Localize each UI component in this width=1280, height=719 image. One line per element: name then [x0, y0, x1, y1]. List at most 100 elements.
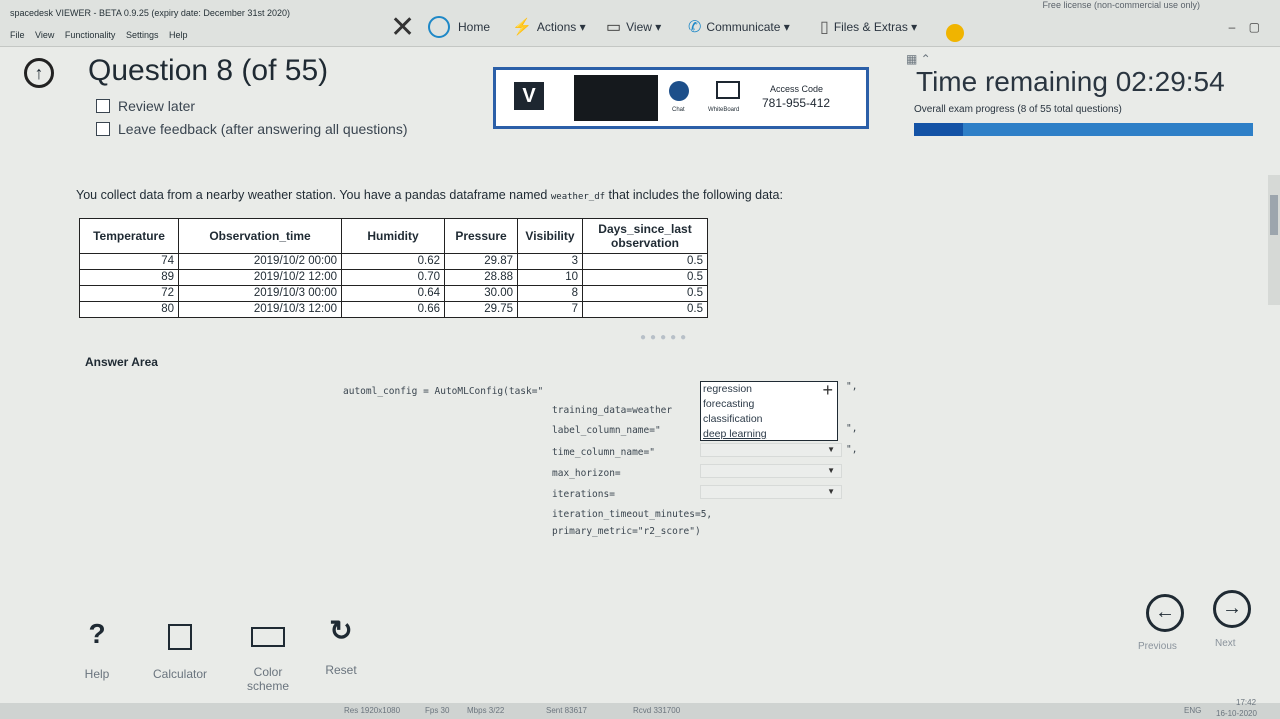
menu-settings[interactable]: Settings	[126, 30, 159, 40]
calculator-icon[interactable]	[168, 624, 192, 650]
checkbox-icon[interactable]	[96, 122, 110, 136]
files-extras-menu-button[interactable]: ▯ Files & Extras ▾	[820, 14, 917, 40]
back-arrow-icon[interactable]: ↑	[24, 58, 54, 88]
scrollbar-thumb[interactable]	[1270, 195, 1278, 235]
close-icon[interactable]: ✕	[390, 10, 415, 45]
exam-progress-label: Overall exam progress (8 of 55 total que…	[914, 104, 1122, 115]
menu-functionality[interactable]: Functionality	[65, 30, 116, 40]
reset-label[interactable]: Reset	[316, 663, 366, 677]
chevron-down-icon: ▼	[827, 487, 835, 496]
actions-menu-button[interactable]: ⚡ Actions ▾	[512, 14, 586, 40]
table-cell: 2019/10/2 12:00	[178, 269, 342, 286]
table-cell: 2019/10/3 00:00	[178, 285, 342, 302]
code-line-time-column: time_column_name="	[552, 447, 655, 458]
checkbox-icon[interactable]	[96, 99, 110, 113]
chat-icon[interactable]	[669, 81, 689, 101]
menu-help[interactable]: Help	[169, 30, 188, 40]
webcam-preview	[574, 75, 658, 121]
table-cell: 2019/10/3 12:00	[178, 301, 342, 318]
chevron-down-icon: ▼	[827, 466, 835, 475]
dropdown-option-deep-learning[interactable]: deep learning	[701, 427, 837, 442]
inline-code: weather_df	[550, 192, 606, 202]
exam-progress-fill	[914, 123, 963, 136]
time-column-select[interactable]: ▼	[700, 443, 842, 457]
menu-view[interactable]: View	[35, 30, 54, 40]
column-header: Temperature	[79, 218, 179, 254]
code-line-iterations: iterations=	[552, 489, 615, 500]
remote-session-panel: V Chat WhiteBoard Access Code 781-955-41…	[493, 67, 869, 129]
status-bar: Res 1920x1080 Fps 30 Mbps 3/22 Sent 8361…	[0, 698, 1280, 719]
communicate-menu-button[interactable]: ✆ Communicate ▾	[688, 14, 790, 40]
app-menu: File View Functionality Settings Help	[10, 30, 196, 40]
status-sent: Sent 83617	[546, 706, 587, 715]
dropdown-option-forecasting[interactable]: forecasting	[701, 397, 837, 412]
license-notice: Free license (non-commercial use only)	[1042, 0, 1200, 10]
app-title: spacedesk VIEWER - BETA 0.9.25 (expiry d…	[10, 8, 290, 18]
panel-collapse-icon[interactable]: ▦ ⌃	[906, 52, 931, 66]
window-controls[interactable]: – ▢	[1229, 20, 1260, 34]
table-cell: 8	[517, 285, 583, 302]
home-label: Home	[458, 20, 491, 34]
calculator-label[interactable]: Calculator	[140, 667, 220, 681]
table-cell: 0.5	[582, 285, 708, 302]
actions-label: Actions ▾	[536, 20, 586, 34]
question-title: Question 8 (of 55)	[88, 54, 329, 87]
table-cell: 28.88	[444, 269, 518, 286]
chevron-down-icon: ▼	[827, 445, 835, 454]
closing-quote: ",	[846, 444, 858, 455]
column-header: Humidity	[341, 218, 445, 254]
home-button[interactable]: Home	[458, 14, 490, 40]
column-header: Pressure	[444, 218, 518, 254]
table-cell: 72	[79, 285, 179, 302]
previous-label[interactable]: Previous	[1138, 641, 1177, 652]
task-dropdown-list[interactable]: + regression forecasting classification …	[700, 380, 838, 442]
leave-feedback-label: Leave feedback (after answering all ques…	[118, 121, 408, 137]
phone-icon: ✆	[688, 19, 702, 36]
color-scheme-icon[interactable]	[251, 627, 285, 647]
view-menu-button[interactable]: ▭ View ▾	[606, 14, 661, 40]
lightning-icon: ⚡	[512, 19, 532, 36]
previous-arrow-icon[interactable]: ←	[1146, 594, 1184, 632]
chat-label: Chat	[672, 107, 685, 113]
color-scheme-label[interactable]: Color scheme	[233, 665, 303, 693]
reset-icon[interactable]: ↻	[326, 614, 356, 647]
menu-file[interactable]: File	[10, 30, 25, 40]
plus-icon[interactable]: +	[822, 380, 833, 401]
pane-splitter-icon[interactable]: ●●●●●	[640, 332, 690, 343]
file-icon: ▯	[820, 19, 829, 36]
whiteboard-label: WhiteBoard	[708, 107, 740, 113]
table-cell: 0.5	[582, 253, 708, 270]
table-cell: 0.62	[341, 253, 445, 270]
table-row: 80 2019/10/3 12:00 0.66 29.75 7 0.5	[79, 301, 708, 318]
next-arrow-icon[interactable]: →	[1213, 590, 1251, 628]
code-line-label-column: label_column_name="	[552, 425, 661, 436]
review-later-label: Review later	[118, 98, 196, 114]
code-line-timeout: iteration_timeout_minutes=5,	[552, 509, 713, 520]
view-label: View ▾	[626, 20, 662, 34]
code-line-training-data: training_data=weather	[552, 405, 673, 416]
next-label[interactable]: Next	[1215, 638, 1236, 649]
clock-time: 17:42	[1236, 698, 1257, 707]
table-row: 89 2019/10/2 12:00 0.70 28.88 10 0.5	[79, 269, 708, 286]
whiteboard-icon[interactable]	[716, 81, 740, 99]
leave-feedback-checkbox[interactable]: Leave feedback (after answering all ques…	[96, 121, 408, 137]
status-resolution: Res 1920x1080	[344, 706, 401, 715]
max-horizon-select[interactable]: ▼	[700, 464, 842, 478]
access-code-value: 781-955-412	[762, 96, 831, 110]
access-code-label: Access Code	[770, 84, 824, 94]
v-logo-icon: V	[514, 82, 544, 110]
dropdown-option-regression[interactable]: regression	[701, 382, 837, 397]
smiley-icon[interactable]	[946, 24, 964, 42]
status-received: Rcvd 331700	[633, 706, 681, 715]
table-cell: 2019/10/2 00:00	[178, 253, 342, 270]
communicate-label: Communicate ▾	[706, 20, 790, 34]
dropdown-option-classification[interactable]: classification	[701, 412, 837, 427]
help-label[interactable]: Help	[72, 667, 122, 681]
closing-quote: ",	[846, 381, 858, 392]
iterations-select[interactable]: ▼	[700, 485, 842, 499]
table-cell: 3	[517, 253, 583, 270]
table-cell: 7	[517, 301, 583, 318]
help-icon[interactable]: ?	[82, 618, 112, 650]
review-later-checkbox[interactable]: Review later	[96, 98, 195, 114]
table-cell: 0.5	[582, 269, 708, 286]
